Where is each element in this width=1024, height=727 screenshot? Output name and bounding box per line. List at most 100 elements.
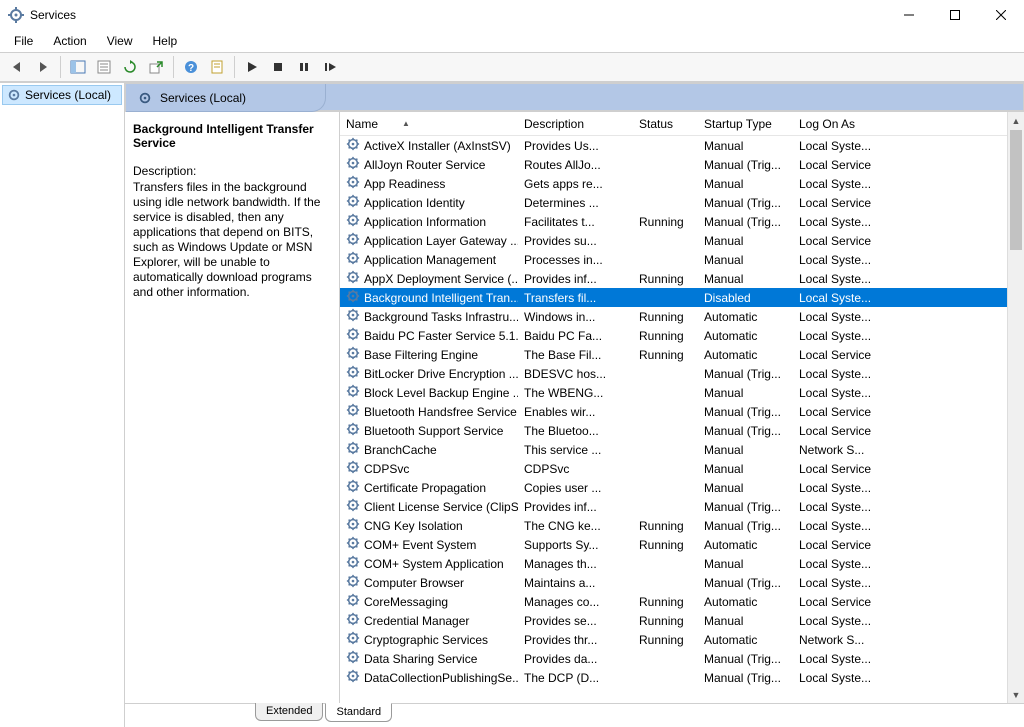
cell-startup: Manual (Trig... [698, 670, 793, 686]
menu-action[interactable]: Action [45, 32, 94, 50]
cell-startup: Manual [698, 138, 793, 154]
service-row[interactable]: AppX Deployment Service (...Provides inf… [340, 269, 1024, 288]
export-button[interactable] [144, 55, 168, 79]
cell-startup: Manual (Trig... [698, 366, 793, 382]
service-row[interactable]: Credential ManagerProvides se...RunningM… [340, 611, 1024, 630]
scroll-up-button[interactable]: ▲ [1008, 112, 1024, 129]
service-row[interactable]: Background Tasks Infrastru...Windows in.… [340, 307, 1024, 326]
scroll-thumb[interactable] [1010, 130, 1022, 250]
cell-status [633, 468, 698, 470]
service-row[interactable]: COM+ Event SystemSupports Sy...RunningAu… [340, 535, 1024, 554]
cell-name: Block Level Backup Engine ... [340, 383, 518, 402]
restart-icon [323, 60, 337, 74]
service-row[interactable]: Background Intelligent Tran...Transfers … [340, 288, 1024, 307]
service-row[interactable]: CDPSvcCDPSvcManualLocal Service [340, 459, 1024, 478]
cell-logon: Local Service [793, 461, 883, 477]
forward-icon [35, 59, 51, 75]
service-row[interactable]: COM+ System ApplicationManages th...Manu… [340, 554, 1024, 573]
start-service-button[interactable] [240, 55, 264, 79]
service-row[interactable]: AllJoyn Router ServiceRoutes AllJo...Man… [340, 155, 1024, 174]
service-row[interactable]: Application ManagementProcesses in...Man… [340, 250, 1024, 269]
service-name: Application Information [364, 215, 486, 229]
cell-description: Provides thr... [518, 632, 633, 648]
cell-logon: Local Syste... [793, 252, 883, 268]
back-button[interactable] [5, 55, 29, 79]
service-row[interactable]: Computer BrowserMaintains a...Manual (Tr… [340, 573, 1024, 592]
service-row[interactable]: Data Sharing ServiceProvides da...Manual… [340, 649, 1024, 668]
minimize-button[interactable] [886, 0, 932, 30]
menu-view[interactable]: View [99, 32, 141, 50]
col-startup-type[interactable]: Startup Type [698, 113, 793, 135]
service-row[interactable]: CoreMessagingManages co...RunningAutomat… [340, 592, 1024, 611]
service-row[interactable]: DataCollectionPublishingSe...The DCP (D.… [340, 668, 1024, 687]
service-row[interactable]: Base Filtering EngineThe Base Fil...Runn… [340, 345, 1024, 364]
service-row[interactable]: Baidu PC Faster Service 5.1....Baidu PC … [340, 326, 1024, 345]
cell-status [633, 373, 698, 375]
service-row[interactable]: Application IdentityDetermines ...Manual… [340, 193, 1024, 212]
tree-pane: Services (Local) [0, 83, 125, 727]
cell-startup: Manual [698, 176, 793, 192]
forward-button[interactable] [31, 55, 55, 79]
service-row[interactable]: Bluetooth Support ServiceThe Bluetoo...M… [340, 421, 1024, 440]
cell-description: Maintains a... [518, 575, 633, 591]
service-row[interactable]: Certificate PropagationCopies user ...Ma… [340, 478, 1024, 497]
close-icon [996, 10, 1006, 20]
service-row[interactable]: Cryptographic ServicesProvides thr...Run… [340, 630, 1024, 649]
cell-description: Provides da... [518, 651, 633, 667]
tree-root-services-local[interactable]: Services (Local) [2, 85, 122, 105]
help-button[interactable]: ? [179, 55, 203, 79]
service-row[interactable]: Client License Service (ClipS...Provides… [340, 497, 1024, 516]
service-row[interactable]: BitLocker Drive Encryption ...BDESVC hos… [340, 364, 1024, 383]
cell-status [633, 506, 698, 508]
menu-help[interactable]: Help [145, 32, 186, 50]
col-description[interactable]: Description [518, 113, 633, 135]
refresh-button[interactable] [118, 55, 142, 79]
col-status[interactable]: Status [633, 113, 698, 135]
stop-service-button[interactable] [266, 55, 290, 79]
pause-service-button[interactable] [292, 55, 316, 79]
service-name: COM+ Event System [364, 538, 476, 552]
cell-startup: Manual [698, 556, 793, 572]
close-button[interactable] [978, 0, 1024, 30]
cell-name: Credential Manager [340, 611, 518, 630]
cell-startup: Manual (Trig... [698, 157, 793, 173]
menu-file[interactable]: File [6, 32, 41, 50]
service-row[interactable]: CNG Key IsolationThe CNG ke...RunningMan… [340, 516, 1024, 535]
restart-service-button[interactable] [318, 55, 342, 79]
detail-desc: Transfers files in the background using … [133, 180, 331, 300]
cell-status [633, 297, 698, 299]
service-name: Application Layer Gateway ... [364, 234, 518, 248]
service-icon [346, 289, 360, 306]
properties2-button[interactable] [205, 55, 229, 79]
service-row[interactable]: ActiveX Installer (AxInstSV)Provides Us.… [340, 136, 1024, 155]
service-icon [346, 384, 360, 401]
maximize-button[interactable] [932, 0, 978, 30]
service-row[interactable]: Bluetooth Handsfree ServiceEnables wir..… [340, 402, 1024, 421]
toolbar: ? [0, 52, 1024, 82]
cell-startup: Automatic [698, 347, 793, 363]
show-hide-tree-button[interactable] [66, 55, 90, 79]
properties-button[interactable] [92, 55, 116, 79]
cell-logon: Local Syste... [793, 290, 883, 306]
service-row[interactable]: Application InformationFacilitates t...R… [340, 212, 1024, 231]
service-icon [346, 270, 360, 287]
cell-name: Computer Browser [340, 573, 518, 592]
service-name: Computer Browser [364, 576, 464, 590]
scroll-down-button[interactable]: ▼ [1008, 686, 1024, 703]
tab-extended[interactable]: Extended [255, 703, 323, 721]
service-row[interactable]: App ReadinessGets apps re...ManualLocal … [340, 174, 1024, 193]
service-row[interactable]: Block Level Backup Engine ...The WBENG..… [340, 383, 1024, 402]
col-name[interactable]: Name▲ [340, 113, 518, 135]
cell-name: Client License Service (ClipS... [340, 497, 518, 516]
cell-startup: Automatic [698, 328, 793, 344]
cell-name: AppX Deployment Service (... [340, 269, 518, 288]
cell-description: Provides inf... [518, 271, 633, 287]
tab-standard[interactable]: Standard [325, 703, 392, 722]
properties-icon [96, 59, 112, 75]
service-rows[interactable]: ActiveX Installer (AxInstSV)Provides Us.… [340, 136, 1024, 703]
col-log-on-as[interactable]: Log On As [793, 113, 883, 135]
vertical-scrollbar[interactable]: ▲ ▼ [1007, 112, 1024, 703]
cell-status: Running [633, 594, 698, 610]
service-row[interactable]: Application Layer Gateway ...Provides su… [340, 231, 1024, 250]
service-row[interactable]: BranchCacheThis service ...ManualNetwork… [340, 440, 1024, 459]
